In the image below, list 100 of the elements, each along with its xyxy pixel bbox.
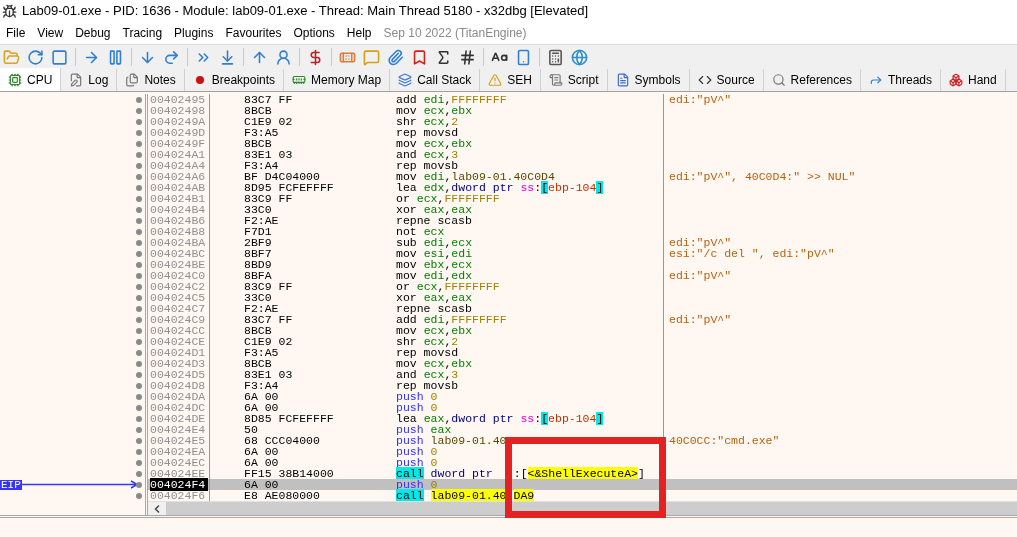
disassembly-row[interactable]: 004024C9 83C7 FF add edi,FFFFFFFF edi:"pV^" xyxy=(148,314,1017,325)
bullet-icon[interactable] xyxy=(136,217,142,224)
disassembly-row[interactable]: 004024F4 6A 00 push 0 xyxy=(148,479,1017,490)
bullet-icon[interactable] xyxy=(136,96,142,103)
disassembly-row[interactable]: 0040249A C1E9 02 shr ecx,2 xyxy=(148,116,1017,127)
bullet-icon[interactable] xyxy=(136,129,142,136)
disassembly-row[interactable]: 004024D3 8BCB mov ecx,ebx xyxy=(148,358,1017,369)
calculator-icon[interactable] xyxy=(547,48,564,66)
bullet-icon[interactable] xyxy=(136,470,142,477)
instruction-text: repne scasb xyxy=(396,302,473,315)
user-icon[interactable] xyxy=(275,48,292,66)
bullet-icon[interactable] xyxy=(136,184,142,191)
menu-item[interactable]: View xyxy=(31,24,70,42)
bullet-icon[interactable] xyxy=(136,195,142,202)
disassembly-row[interactable]: 004024E5 68 CCC04000 push lab09-01.40 40C0CC:"cmd.exe" xyxy=(148,435,1017,446)
step-over-icon[interactable] xyxy=(163,48,180,66)
device-icon[interactable] xyxy=(515,48,532,66)
disassembly-row[interactable]: 004024C0 8BFA mov edi,edx edi:"pV^" xyxy=(148,270,1017,281)
bullet-icon[interactable] xyxy=(136,272,142,279)
bullet-icon[interactable] xyxy=(136,316,142,323)
disassembly-row[interactable]: 004024D1 F3:A5 rep movsd xyxy=(148,347,1017,358)
menu-item[interactable]: File xyxy=(0,24,32,42)
disassembly-row[interactable]: 004024EA 6A 00 push 0 xyxy=(148,446,1017,457)
disassembly-row[interactable]: 004024D5 83E1 03 and ecx,3 xyxy=(148,369,1017,380)
bullet-icon[interactable] xyxy=(136,448,142,455)
notes-icon xyxy=(125,73,140,87)
bullet-icon[interactable] xyxy=(136,283,142,290)
disassembly-row[interactable]: 004024D8 F3:A4 rep movsb xyxy=(148,380,1017,391)
disassembly-row[interactable]: 004024C5 33C0 xor eax,eax xyxy=(148,292,1017,303)
globe-icon[interactable] xyxy=(571,48,588,66)
disassembly-row[interactable]: 004024A1 83E1 03 and ecx,3 xyxy=(148,149,1017,160)
handles-icon xyxy=(949,73,963,87)
horizontal-scrollbar[interactable] xyxy=(148,501,1017,515)
bullet-icon[interactable] xyxy=(136,404,142,411)
disassembly-row[interactable]: 004024BA 2BF9 sub edi,ecx edi:"pV^" xyxy=(148,237,1017,248)
disassembly-row[interactable]: 004024B8 F7D1 not ecx xyxy=(148,226,1017,237)
bullet-icon[interactable] xyxy=(136,426,142,433)
pause-icon[interactable] xyxy=(107,48,124,66)
disassembly-row[interactable]: 004024B1 83C9 FF or ecx,FFFFFFFF xyxy=(148,193,1017,204)
bullet-icon[interactable] xyxy=(136,173,142,180)
bullet-icon[interactable] xyxy=(136,382,142,389)
disassembly-row[interactable]: 004024CC 8BCB mov ecx,ebx xyxy=(148,325,1017,336)
bullet-icon[interactable] xyxy=(136,459,142,466)
bullet-icon[interactable] xyxy=(136,481,142,488)
disassembly-row[interactable]: 0040249D F3:A5 rep movsd xyxy=(148,127,1017,138)
layers-icon xyxy=(398,73,413,87)
menu-item[interactable]: Favourites xyxy=(219,24,288,42)
bullet-icon[interactable] xyxy=(136,239,142,246)
bullet-icon[interactable] xyxy=(136,492,142,499)
bullet-icon[interactable] xyxy=(136,250,142,257)
menu-item[interactable]: Plugins xyxy=(168,24,220,42)
bytes-text: 68 CCC04000 xyxy=(244,434,320,447)
bullet-icon[interactable] xyxy=(136,338,142,345)
bytes-text: 8BF7 xyxy=(244,247,272,260)
bullet-icon[interactable] xyxy=(136,305,142,312)
disassembly-row[interactable]: 004024BE 8BD9 mov ebx,ecx xyxy=(148,259,1017,270)
bullet-icon[interactable] xyxy=(136,360,142,367)
disassembly-row[interactable]: 004024B6 F2:AE repne scasb xyxy=(148,215,1017,226)
bullet-icon[interactable] xyxy=(136,162,142,169)
tab[interactable]: CPU xyxy=(0,68,62,91)
disassembly-row[interactable]: 004024DA 6A 00 push 0 xyxy=(148,391,1017,402)
disassembly-row[interactable]: 004024C7 F2:AE repne scasb xyxy=(148,303,1017,314)
bytes-text: 8BD9 xyxy=(244,258,272,271)
paperclip-icon[interactable] xyxy=(387,48,404,66)
stop-icon[interactable] xyxy=(51,48,68,66)
bullet-icon[interactable] xyxy=(136,349,142,356)
disassembly-row[interactable]: 00402498 8BCB mov ecx,ebx xyxy=(148,105,1017,116)
disassembly-row[interactable]: 0040249F 8BCB mov ecx,ebx xyxy=(148,138,1017,149)
bullet-icon[interactable] xyxy=(136,107,142,114)
bullet-icon[interactable] xyxy=(136,415,142,422)
disassembly-row[interactable]: 004024B4 33C0 xor eax,eax xyxy=(148,204,1017,215)
bullet-icon[interactable] xyxy=(136,140,142,147)
bullet-icon[interactable] xyxy=(136,118,142,125)
bullet-icon[interactable] xyxy=(136,228,142,235)
disassembly-row[interactable]: 004024CE C1E9 02 shr ecx,2 xyxy=(148,336,1017,347)
bullet-icon[interactable] xyxy=(136,393,142,400)
comment-icon[interactable] xyxy=(363,48,380,66)
menu-item[interactable]: Options xyxy=(287,24,341,42)
bullet-icon[interactable] xyxy=(136,294,142,301)
menu-item[interactable]: Debug xyxy=(69,24,117,42)
hash-icon[interactable] xyxy=(459,48,476,66)
bullet-icon[interactable] xyxy=(136,327,142,334)
bullet-icon[interactable] xyxy=(136,261,142,268)
bookmark-icon[interactable] xyxy=(411,48,428,66)
trace-down-icon[interactable] xyxy=(219,48,236,66)
bullet-icon[interactable] xyxy=(136,371,142,378)
instruction-text: rep movsd xyxy=(396,346,460,359)
disassembly-row[interactable]: 00402495 83C7 FF add edi,FFFFFFFF edi:"pV^" xyxy=(148,94,1017,105)
bullet-icon[interactable] xyxy=(136,437,142,444)
disassembly-row[interactable]: 004024E4 50 push eax xyxy=(148,424,1017,435)
disassembly-row[interactable]: 004024C2 83C9 FF or ecx,FFFFFFFF xyxy=(148,281,1017,292)
menu-item[interactable]: Help xyxy=(340,24,378,42)
restart-icon[interactable] xyxy=(27,48,44,66)
bullet-icon[interactable] xyxy=(136,151,142,158)
menu-item[interactable]: Tracing xyxy=(116,24,169,42)
disassembly-row[interactable]: 004024A4 F3:A4 rep movsb xyxy=(148,160,1017,171)
folder-icon[interactable] xyxy=(3,48,20,66)
bytes-text: FF15 38B14000 xyxy=(244,467,334,480)
bullet-icon[interactable] xyxy=(136,206,142,213)
disassembly-row[interactable]: 004024BC 8BF7 mov esi,edi esi:"/c del ", edi:"pV^" xyxy=(148,248,1017,259)
